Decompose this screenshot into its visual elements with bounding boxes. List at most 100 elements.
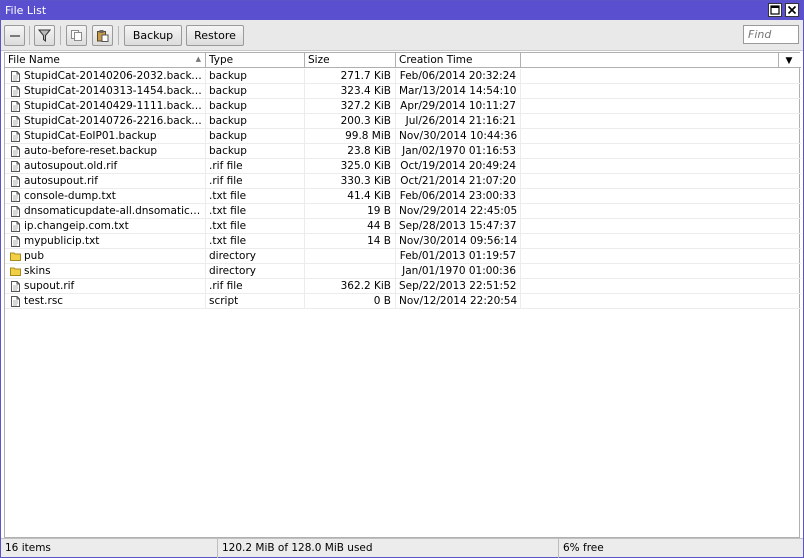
file-time-cell: Feb/01/2013 01:19:57 [396,249,521,264]
file-time-cell: Oct/19/2014 20:49:24 [396,159,521,174]
file-type-cell: .txt file [206,234,305,249]
file-size-cell: 327.2 KiB [305,99,396,114]
table-row[interactable]: mypublicip.txt .txt file 14 B Nov/30/2014 0… [5,234,801,249]
file-table: File Name ▲ Type Size Creation Time ▼ St… [4,52,801,538]
table-row[interactable]: StupidCat-EoIP01.backup backup 99.8 MiB Nov… [5,129,801,144]
table-row[interactable]: StupidCat-20140429-1111.backup backup 327.… [5,99,801,114]
table-row[interactable]: pub directory Feb/01/2013 01:19:57 [5,249,801,264]
column-header-time-label: Creation Time [399,54,473,66]
restore-button[interactable]: Restore [186,25,244,46]
table-row[interactable]: test.rsc script 0 B Nov/12/2014 22:20:54 [5,294,801,309]
empty-cell [521,99,801,114]
file-time-cell: Nov/30/2014 09:56:14 [396,234,521,249]
empty-cell [521,264,801,279]
file-type-cell: .txt file [206,189,305,204]
file-name-cell: auto-before-reset.backup [5,144,206,159]
file-time-cell: Jan/02/1970 01:16:53 [396,144,521,159]
column-header-size-label: Size [308,54,330,66]
file-type-cell: script [206,294,305,309]
table-row[interactable]: ip.changeip.com.txt .txt file 44 B Sep/28/2… [5,219,801,234]
minus-icon [9,34,20,37]
paste-button[interactable] [92,25,113,46]
empty-cell [521,189,801,204]
file-name: StupidCat-20140206-2032.backup [24,70,205,82]
file-size-cell: 19 B [305,204,396,219]
file-type-cell: directory [206,264,305,279]
table-row[interactable]: dnsomaticupdate-all.dnsomatic.co... .txt … [5,204,801,219]
file-name-cell: autosupout.old.rif [5,159,206,174]
empty-cell [521,144,801,159]
copy-button[interactable] [66,25,87,46]
file-type-cell: backup [206,129,305,144]
status-free-space: 6% free [563,542,604,554]
remove-button[interactable] [4,25,25,46]
table-row[interactable]: StupidCat-20140313-1454.backup backup 323.… [5,84,801,99]
column-header-time[interactable]: Creation Time [396,53,521,68]
table-row[interactable]: console-dump.txt .txt file 41.4 KiB Feb/06/… [5,189,801,204]
status-item-count: 16 items [1,539,218,558]
title-bar[interactable]: File List [1,1,803,20]
file-name-cell: ip.changeip.com.txt [5,219,206,234]
file-time-cell: Jul/26/2014 21:16:21 [396,114,521,129]
folder-icon [10,266,21,276]
file-name: ip.changeip.com.txt [24,220,129,232]
file-name-cell: StupidCat-EoIP01.backup [5,129,206,144]
file-type-cell: .rif file [206,159,305,174]
file-icon [11,206,20,217]
file-name-cell: StupidCat-20140206-2032.backup [5,69,206,84]
column-header-empty [521,53,779,68]
table-row[interactable]: StupidCat-20140726-2216.backup backup 200.… [5,114,801,129]
file-name-cell: supout.rif [5,279,206,294]
empty-cell [521,294,801,309]
column-header-name[interactable]: File Name ▲ [5,53,206,68]
file-time-cell: Jan/01/1970 01:00:36 [396,264,521,279]
file-name: console-dump.txt [24,190,116,202]
file-type-cell: directory [206,249,305,264]
column-header-type[interactable]: Type [206,53,305,68]
column-menu-button[interactable]: ▼ [779,53,799,68]
file-name-cell: console-dump.txt [5,189,206,204]
file-name: StupidCat-20140313-1454.backup [24,85,205,97]
empty-cell [521,159,801,174]
table-row[interactable]: auto-before-reset.backup backup 23.8 KiB Ja… [5,144,801,159]
toolbar: Backup Restore [1,20,803,51]
file-icon [11,221,20,232]
maximize-button[interactable] [768,3,782,17]
table-row[interactable]: supout.rif .rif file 362.2 KiB Sep/22/2013 … [5,279,801,294]
file-time-cell: Nov/29/2014 22:45:05 [396,204,521,219]
toolbar-divider [118,26,119,45]
filter-button[interactable] [34,25,55,46]
empty-cell [521,279,801,294]
filter-icon [38,29,51,42]
file-time-cell: Feb/06/2014 20:32:24 [396,69,521,84]
column-header-size[interactable]: Size [305,53,396,68]
file-size-cell: 14 B [305,234,396,249]
close-button[interactable] [785,3,799,17]
file-name: pub [24,250,44,262]
table-row[interactable]: skins directory Jan/01/1970 01:00:36 [5,264,801,279]
empty-cell [521,129,801,144]
file-size-cell: 200.3 KiB [305,114,396,129]
file-icon [11,86,20,97]
table-header: File Name ▲ Type Size Creation Time ▼ [5,53,801,68]
file-time-cell: Oct/21/2014 21:07:20 [396,174,521,189]
table-row[interactable]: autosupout.rif .rif file 330.3 KiB Oct/21/2… [5,174,801,189]
empty-cell [521,219,801,234]
file-icon [11,296,20,307]
file-size-cell: 323.4 KiB [305,84,396,99]
file-time-cell: Mar/13/2014 14:54:10 [396,84,521,99]
file-size-cell [305,264,396,279]
sort-ascending-icon: ▲ [195,55,201,63]
empty-cell [521,84,801,99]
backup-button[interactable]: Backup [124,25,182,46]
table-row[interactable]: autosupout.old.rif .rif file 325.0 KiB Oct/… [5,159,801,174]
file-size-cell: 23.8 KiB [305,144,396,159]
file-size-cell: 325.0 KiB [305,159,396,174]
table-row[interactable]: StupidCat-20140206-2032.backup backup 271.… [5,69,801,84]
file-icon [11,236,20,247]
find-input[interactable] [743,25,799,44]
window-title: File List [5,4,47,17]
file-name-cell: dnsomaticupdate-all.dnsomatic.co... [5,204,206,219]
file-name-cell: mypublicip.txt [5,234,206,249]
chevron-down-icon: ▼ [785,55,793,66]
